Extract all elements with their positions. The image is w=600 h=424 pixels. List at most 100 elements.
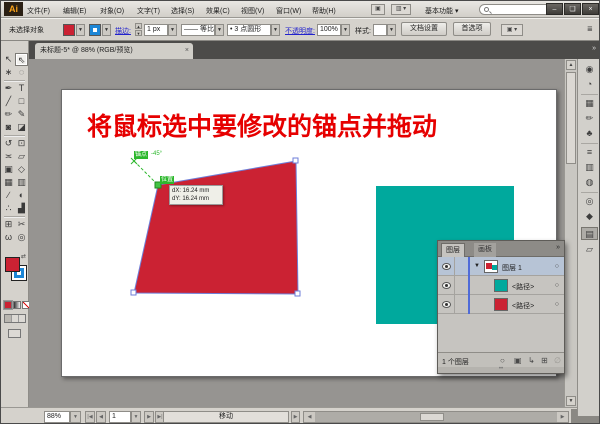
vertical-scrollbar[interactable]: ▲ ▼ <box>564 59 577 407</box>
panel-collapse-icon[interactable]: » <box>556 244 560 251</box>
column-graph-tool[interactable]: ▟ <box>15 202 28 215</box>
scroll-right-icon[interactable]: ▶ <box>557 412 568 422</box>
new-layer-icon[interactable]: ⊞ <box>541 356 548 365</box>
stroke-panel-icon[interactable]: ≡ <box>581 146 598 159</box>
anchor-point[interactable] <box>294 290 301 297</box>
search-input[interactable] <box>479 4 551 15</box>
draw-normal-icon[interactable] <box>5 315 12 322</box>
tab-layers[interactable]: 图层 <box>441 243 465 257</box>
artboard-tool[interactable]: ⊞ <box>2 218 15 231</box>
symbols-panel-icon[interactable]: ♣ <box>581 127 598 140</box>
graphic-styles-panel-icon[interactable]: ◆ <box>581 210 598 223</box>
menu-edit[interactable]: 编辑(E) <box>63 6 86 16</box>
style-field[interactable] <box>373 24 387 36</box>
menu-select[interactable]: 选择(S) <box>171 6 194 16</box>
brush-definition-dropdown[interactable]: ▼ <box>271 24 280 36</box>
stroke-weight-dropdown[interactable]: ▼ <box>168 24 177 36</box>
zoom-tool[interactable]: ◎ <box>15 231 28 244</box>
disclosure-triangle-icon[interactable]: ▼ <box>474 263 480 269</box>
width-tool[interactable]: ≍ <box>2 150 15 163</box>
scale-tool[interactable]: ⊡ <box>15 137 28 150</box>
color-panel-icon[interactable]: ◉ <box>581 63 598 76</box>
panel-resize-handle[interactable]: •• <box>438 366 564 373</box>
style-dropdown[interactable]: ▼ <box>387 24 396 36</box>
perspective-grid-tool[interactable]: ◇ <box>15 163 28 176</box>
opacity-panel-link[interactable]: 不透明度: <box>285 26 315 36</box>
fill-indicator[interactable] <box>5 257 20 272</box>
rotate-tool[interactable]: ↺ <box>2 137 15 150</box>
artboard-dropdown-icon[interactable]: ▼ <box>131 411 141 423</box>
visibility-eye-icon[interactable] <box>442 301 451 308</box>
zoom-level-field[interactable]: 88% <box>44 411 70 423</box>
symbol-sprayer-tool[interactable]: ∴ <box>2 202 15 215</box>
brushes-panel-icon[interactable]: ✏ <box>581 112 598 125</box>
layer-row[interactable]: <路径> ○ <box>438 276 564 295</box>
layer-thumbnail[interactable] <box>494 298 508 311</box>
restore-button[interactable]: ❏ <box>564 3 581 15</box>
delete-layer-icon[interactable]: ∅ <box>554 356 561 365</box>
anchor-point[interactable] <box>292 157 299 164</box>
new-sublayer-icon[interactable]: ↳ <box>528 356 535 365</box>
menu-type[interactable]: 文字(T) <box>137 6 160 16</box>
document-tab[interactable]: 未标题-5* @ 88% (RGB/预览) × <box>35 43 193 59</box>
mesh-tool[interactable]: ▦ <box>2 176 15 189</box>
dock-collapse-icon[interactable]: » <box>592 45 596 52</box>
appearance-panel-icon[interactable]: ◎ <box>581 195 598 208</box>
gradient-panel-icon[interactable]: ▥ <box>581 161 598 174</box>
paintbrush-tool[interactable]: ✏ <box>2 108 15 121</box>
layer-name[interactable]: <路径> <box>512 282 534 292</box>
tab-artboards[interactable]: 画板 <box>474 243 496 257</box>
horizontal-scrollbar[interactable]: ◀ ▶ <box>303 411 569 423</box>
vertical-scroll-thumb[interactable] <box>566 72 576 164</box>
blob-brush-tool[interactable]: ◙ <box>2 121 15 134</box>
direct-selection-tool[interactable]: ⇖ <box>15 53 28 66</box>
zoom-dropdown-icon[interactable]: ▼ <box>70 411 81 423</box>
stroke-color-dropdown[interactable]: ▼ <box>102 24 111 36</box>
target-circle-icon[interactable]: ○ <box>555 282 559 289</box>
target-circle-icon[interactable]: ○ <box>555 263 559 270</box>
swatches-panel-icon[interactable]: ▦ <box>581 97 598 110</box>
next-artboard-icon[interactable]: ▶ <box>144 411 154 423</box>
pen-tool[interactable]: ✒ <box>2 82 15 95</box>
select-similar-icon[interactable]: ▣ ▾ <box>501 24 523 36</box>
opacity-field[interactable]: 100% <box>317 24 341 36</box>
red-path-shape[interactable] <box>133 160 299 295</box>
type-tool[interactable]: T <box>15 82 28 95</box>
scroll-down-icon[interactable]: ▼ <box>566 396 576 406</box>
status-menu-icon[interactable]: ▶ <box>291 411 300 423</box>
minimize-button[interactable]: – <box>546 3 563 15</box>
eyedropper-tool[interactable]: ∕ <box>2 189 15 202</box>
target-circle-icon[interactable]: ○ <box>555 301 559 308</box>
lasso-tool[interactable]: ◌ <box>15 66 28 79</box>
layer-row[interactable]: <路径> ○ <box>438 295 564 314</box>
rectangle-tool[interactable]: □ <box>15 95 28 108</box>
menu-file[interactable]: 文件(F) <box>27 6 50 16</box>
preferences-button[interactable]: 首选项 <box>453 22 491 36</box>
locate-object-icon[interactable]: ○ <box>500 356 505 365</box>
menu-effect[interactable]: 效果(C) <box>206 6 230 16</box>
draw-inside-icon[interactable] <box>19 315 25 322</box>
visibility-eye-icon[interactable] <box>442 263 451 270</box>
color-mode-button[interactable] <box>4 301 12 309</box>
fill-color-dropdown[interactable]: ▼ <box>76 24 85 36</box>
stroke-weight-down[interactable]: ▼ <box>135 30 142 36</box>
tab-close-icon[interactable]: × <box>185 47 189 55</box>
screen-mode-button[interactable] <box>8 329 21 338</box>
stroke-panel-link[interactable]: 描边: <box>115 26 131 36</box>
workspace-switcher[interactable]: 基本功能 ▾ <box>425 6 458 16</box>
prev-artboard-icon[interactable]: ◀ <box>96 411 106 423</box>
shape-builder-tool[interactable]: ▣ <box>2 163 15 176</box>
menu-help[interactable]: 帮助(H) <box>312 6 336 16</box>
drawing-modes-group[interactable] <box>4 314 26 323</box>
pencil-tool[interactable]: ✎ <box>15 108 28 121</box>
stroke-color-swatch[interactable] <box>89 24 101 36</box>
magic-wand-tool[interactable]: ∗ <box>2 66 15 79</box>
draw-behind-icon[interactable] <box>12 315 19 322</box>
stroke-weight-up[interactable]: ▲ <box>135 23 142 29</box>
transparency-panel-icon[interactable]: ◍ <box>581 176 598 189</box>
layers-panel-icon[interactable]: ▤ <box>581 227 598 240</box>
anchor-point[interactable] <box>130 289 137 296</box>
width-profile-field[interactable]: —— 等比 <box>181 24 215 36</box>
blend-tool[interactable]: ◐ <box>15 189 28 202</box>
visibility-eye-icon[interactable] <box>442 282 451 289</box>
